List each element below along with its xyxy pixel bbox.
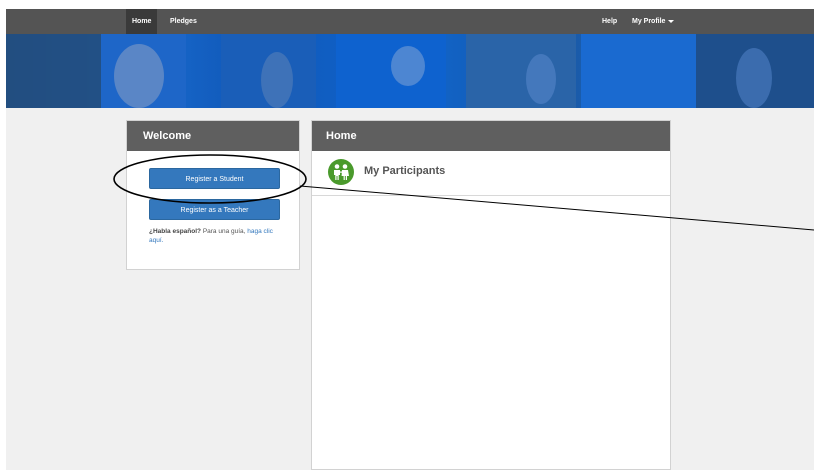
nav-pledges[interactable]: Pledges (164, 9, 203, 34)
spanish-help-text: ¿Habla español? Para una guía, haga clic… (149, 227, 289, 245)
chevron-down-icon (668, 19, 675, 23)
nav-home[interactable]: Home (126, 9, 158, 34)
register-teacher-button[interactable]: Register as a Teacher (149, 199, 280, 220)
banner-face (261, 52, 293, 108)
habla-text: Para una guía, (201, 228, 248, 235)
welcome-panel: Welcome Register a Student Register as a… (126, 120, 300, 270)
home-title: Home (312, 121, 670, 151)
my-participants-title: My Participants (364, 165, 446, 177)
home-panel: Home My Participants (311, 120, 671, 470)
children-icon (328, 159, 354, 185)
welcome-title: Welcome (127, 121, 299, 151)
banner-photo (6, 34, 101, 108)
banner-photo (466, 34, 576, 108)
nav-my-profile-label: My Profile (632, 18, 666, 25)
banner-photo (581, 34, 696, 108)
nav-my-profile[interactable]: My Profile (626, 9, 680, 34)
banner-face (736, 48, 772, 108)
banner-face (391, 46, 425, 86)
nav-help[interactable]: Help (596, 9, 623, 34)
banner-face (114, 44, 164, 108)
top-navbar: Home Pledges Help My Profile (6, 9, 814, 34)
my-participants-row[interactable]: My Participants (312, 151, 670, 196)
hero-banner (6, 34, 814, 108)
habla-question: ¿Habla español? (149, 228, 202, 235)
banner-face (526, 54, 556, 104)
app-viewport: Home Pledges Help My Profile Welcome Reg… (6, 9, 814, 470)
register-student-button[interactable]: Register a Student (149, 168, 280, 189)
